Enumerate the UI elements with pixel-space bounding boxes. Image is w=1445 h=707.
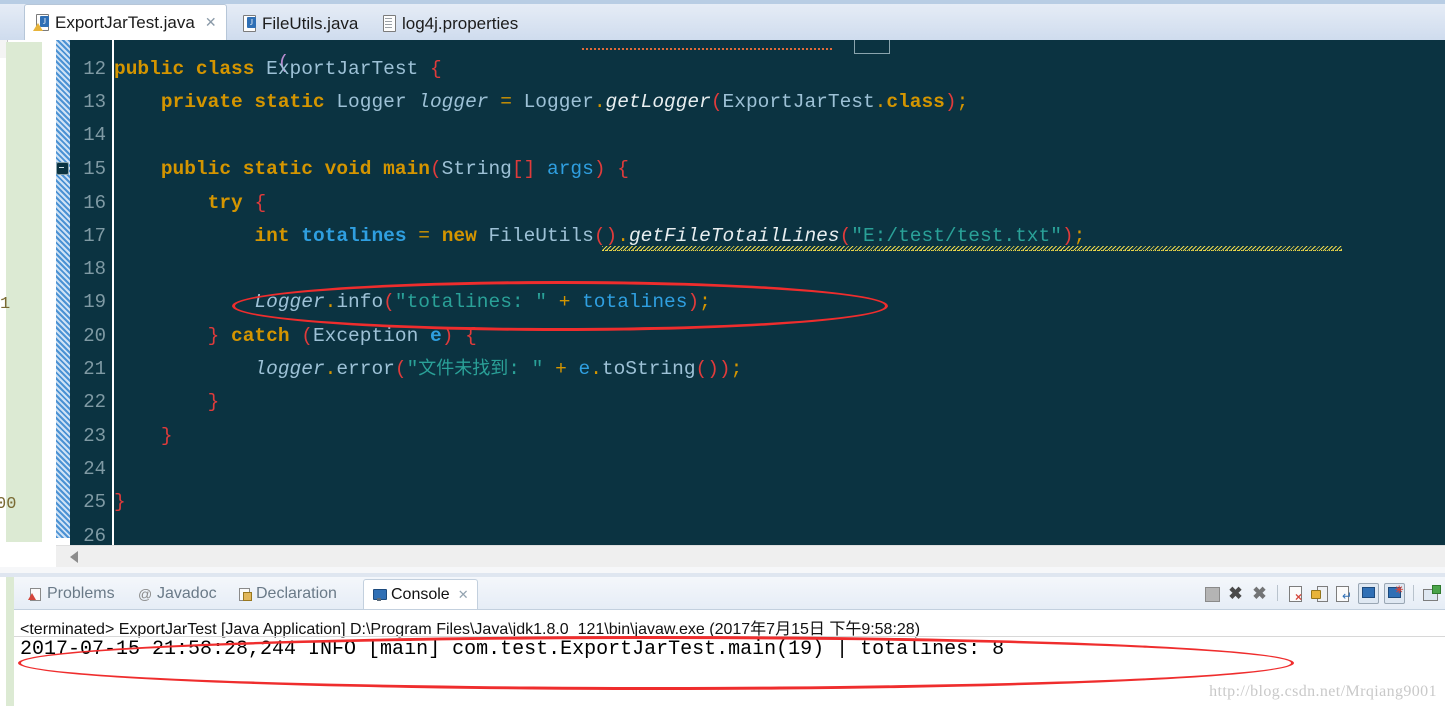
close-icon[interactable]: ✕ — [205, 14, 217, 31]
eclipse-ide-window: J ExportJarTest.java ✕ J FileUtils.java … — [0, 0, 1445, 707]
code-line-21: logger.error("文件未找到: " + e.toString()); — [254, 358, 743, 380]
close-icon[interactable]: ✕ — [458, 587, 469, 603]
bottom-panel: Problems @ Javadoc Declaration Console ✕… — [0, 577, 1445, 707]
javadoc-icon: @ — [138, 585, 153, 602]
editor-left-padding — [44, 40, 56, 545]
background-green-pane — [6, 42, 42, 542]
watermark-text: http://blog.csdn.net/Mrqiang9001 — [1209, 683, 1437, 700]
line-number: 13 — [83, 91, 106, 113]
editor-tab-label: ExportJarTest.java — [55, 13, 195, 32]
bottom-panel-tab-bar: Problems @ Javadoc Declaration Console ✕… — [14, 577, 1445, 609]
editor-tab-fileutils[interactable]: J FileUtils.java — [232, 6, 368, 40]
line-number: 14 — [83, 124, 106, 146]
line-number-ruler: 12 13 14 15 16 17 18 19 20 21 22 23 24 2… — [70, 40, 112, 545]
tab-label: Console — [391, 585, 450, 603]
code-line-15: public static void main(String[] args) { — [160, 158, 629, 180]
line-number: 17 — [83, 225, 106, 247]
line-number: 12 — [83, 58, 106, 80]
remove-all-terminated-button[interactable]: ✖ — [1250, 584, 1269, 603]
error-squiggle — [582, 44, 832, 50]
tab-javadoc[interactable]: @ Javadoc — [130, 580, 225, 607]
line-number: 25 — [83, 491, 106, 513]
editor-tab-bar: J ExportJarTest.java ✕ J FileUtils.java … — [0, 0, 1445, 40]
tab-problems[interactable]: Problems — [20, 580, 123, 607]
code-line-13: private static Logger logger = Logger.ge… — [160, 91, 969, 113]
line-number: 15 — [83, 158, 106, 180]
editor-tab-exportjartest[interactable]: J ExportJarTest.java ✕ — [24, 4, 227, 40]
panel-left-edge — [0, 577, 6, 706]
console-icon — [372, 588, 387, 602]
code-line-23: } — [160, 425, 173, 447]
code-line-16: try { — [207, 192, 267, 214]
line-number: 19 — [83, 291, 106, 313]
line-number: 22 — [83, 391, 106, 413]
console-divider — [14, 636, 1445, 637]
tab-label: Javadoc — [157, 584, 217, 602]
code-line-19: Logger.info("totalines: " + totalines); — [254, 291, 711, 313]
line-number: 21 — [83, 358, 106, 380]
java-file-icon: J — [241, 14, 256, 32]
editor-tab-label: FileUtils.java — [262, 13, 359, 33]
line-number: 16 — [83, 192, 106, 214]
declaration-icon — [237, 587, 252, 601]
background-text-fragment-1: 1 — [0, 295, 11, 314]
code-editor[interactable]: 12 13 14 15 16 17 18 19 20 21 22 23 24 2… — [44, 40, 1445, 545]
terminate-button[interactable] — [1202, 584, 1221, 603]
editor-tab-log4j[interactable]: log4j.properties — [372, 6, 528, 40]
code-text-area[interactable]: ( public class ExportJarTest { private s… — [114, 40, 1445, 545]
scroll-left-arrow-icon[interactable] — [70, 551, 78, 563]
display-selected-console-button[interactable]: ✳ — [1384, 582, 1405, 604]
tab-console[interactable]: Console ✕ — [363, 579, 478, 609]
console-toolbar: ✖ ✖ × ↵ ✳ — [1202, 581, 1441, 605]
fold-collapse-icon[interactable] — [56, 162, 69, 175]
editor-horizontal-scrollbar[interactable] — [56, 545, 1445, 568]
java-file-warning-icon: J — [33, 14, 49, 31]
background-text-fragment-2: 00 — [0, 495, 17, 514]
problems-icon — [28, 587, 42, 601]
code-line-20: } catch (Exception e) { — [207, 325, 477, 347]
tab-label: Problems — [47, 584, 115, 602]
console-log-line: 2017-07-15 21:58:28,244 INFO [main] com.… — [20, 638, 1005, 661]
scroll-lock-button[interactable] — [1310, 584, 1329, 603]
code-hint-box — [854, 40, 890, 54]
line-number: 23 — [83, 425, 106, 447]
tab-label: Declaration — [256, 584, 337, 602]
warning-squiggle — [602, 246, 1342, 251]
open-console-button[interactable] — [1422, 584, 1441, 603]
line-number: 20 — [83, 325, 106, 347]
editor-tab-label: log4j.properties — [402, 13, 519, 33]
remove-launch-button[interactable]: ✖ — [1226, 584, 1245, 603]
properties-file-icon — [381, 14, 396, 32]
code-line-25: } — [114, 491, 126, 513]
clear-console-button[interactable]: × — [1286, 584, 1305, 603]
code-line-22: } — [207, 391, 220, 413]
toolbar-separator — [1413, 585, 1414, 601]
tab-declaration[interactable]: Declaration — [229, 580, 345, 607]
show-console-on-output-button[interactable] — [1358, 582, 1379, 604]
code-line-12: public class ExportJarTest { — [114, 58, 442, 80]
word-wrap-button[interactable]: ↵ — [1334, 584, 1353, 603]
toolbar-separator — [1277, 585, 1278, 601]
console-output-area[interactable]: <terminated> ExportJarTest [Java Applica… — [14, 609, 1445, 707]
line-number: 26 — [83, 525, 106, 546]
line-number: 18 — [83, 258, 106, 280]
code-line-17: int totalines = new FileUtils().getFileT… — [254, 225, 1086, 247]
line-number: 24 — [83, 458, 106, 480]
